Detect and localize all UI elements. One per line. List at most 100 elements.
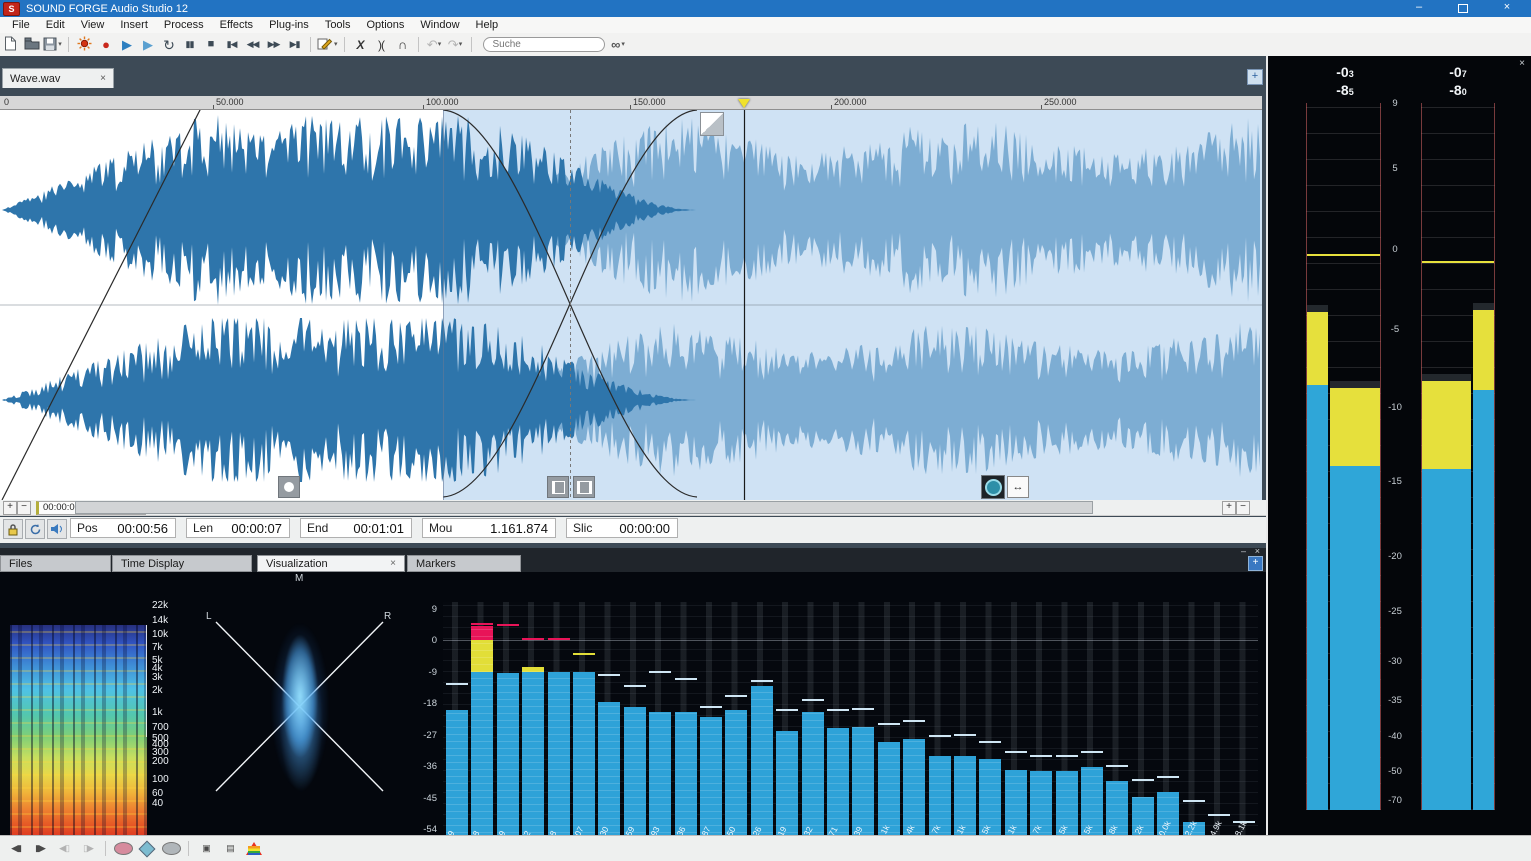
spectrum-ytick: -18 — [407, 698, 437, 709]
dock-tab-markers[interactable]: Markers — [407, 555, 521, 572]
spectrum-peak-dash — [776, 709, 798, 711]
document-tab[interactable]: Wave.wav × — [2, 68, 114, 88]
play-button[interactable]: ▶ — [138, 35, 157, 54]
menu-plugins[interactable]: Plug-ins — [261, 18, 317, 32]
timeline-ruler[interactable]: 050.000100.000150.000200.000250.000 — [0, 96, 1262, 110]
play-icon: ▶ — [143, 38, 152, 51]
toolbar-separator — [471, 37, 472, 52]
trim-tool-button[interactable]: ∩ — [393, 35, 412, 54]
envelope-handle-icon[interactable] — [700, 112, 724, 136]
zoom-selection-button[interactable]: ▣ — [196, 840, 216, 858]
status-field-len[interactable]: Len00:00:07 — [186, 518, 290, 538]
lock-button[interactable] — [3, 519, 23, 539]
event-envelope-tool-button[interactable] — [137, 840, 157, 858]
spectrum-peak-dash — [522, 638, 544, 640]
zoom-out-small-button[interactable]: − — [17, 501, 31, 515]
region-out-marker-button[interactable]: ▮▶ — [30, 840, 50, 858]
save-file-button[interactable]: ▾ — [43, 35, 62, 54]
dropdown-arrow-icon[interactable]: ▾ — [58, 41, 62, 48]
zoom-window-button[interactable]: ▤ — [220, 840, 240, 858]
stretch-handle-button[interactable]: ↔ — [1007, 476, 1029, 498]
audio-preview-button[interactable] — [47, 519, 67, 539]
document-tab-close-icon[interactable]: × — [100, 73, 106, 84]
dock-tab-visualization[interactable]: Visualization× — [257, 555, 405, 572]
dock-tab-close-icon[interactable]: × — [390, 558, 396, 569]
snap-button[interactable] — [25, 519, 45, 539]
event-erase-tool-button[interactable] — [113, 840, 133, 858]
dock-window-button[interactable]: + — [1248, 556, 1263, 571]
horizontal-scrollbar-thumb[interactable] — [75, 501, 1093, 514]
waveform-canvas[interactable] — [0, 110, 1262, 500]
dropdown-arrow-icon[interactable]: ▾ — [621, 41, 625, 48]
status-field-pos[interactable]: Pos00:00:56 — [70, 518, 176, 538]
selection-status-bar: Pos00:00:56 Len00:00:07 End00:01:01 Mou1.16… — [0, 517, 1266, 543]
zoom-out-button[interactable]: − — [1236, 501, 1250, 515]
open-file-button[interactable] — [22, 35, 41, 54]
status-field-mou[interactable]: Mou1.161.874 — [422, 518, 556, 538]
loop-out-marker-button[interactable]: ▯▶ — [78, 840, 98, 858]
fade-in-handle-button[interactable] — [573, 476, 595, 498]
fast-forward-button[interactable]: ▶▶ — [264, 35, 283, 54]
dock-tab-files[interactable]: Files — [0, 555, 111, 572]
menu-edit[interactable]: Edit — [38, 18, 73, 32]
status-field-end[interactable]: End00:01:01 — [300, 518, 412, 538]
spectrum-bar — [497, 602, 519, 847]
new-view-button[interactable]: + — [1247, 69, 1263, 85]
spectrum-bar — [827, 602, 849, 847]
record-options-icon — [77, 36, 92, 53]
undo-button[interactable]: ↶▾ — [425, 35, 444, 54]
pause-button[interactable]: ▮▮ — [180, 35, 199, 54]
meter-left-readout: -03-85 — [1300, 64, 1390, 100]
spectrum-bar — [929, 602, 951, 847]
close-button[interactable]: × — [1485, 0, 1529, 17]
meter-close-button[interactable]: × — [1519, 58, 1525, 69]
loop-playback-button[interactable]: ↻ — [159, 35, 178, 54]
rewind-button[interactable]: ◀◀ — [243, 35, 262, 54]
active-sustain-marker-button[interactable] — [981, 475, 1005, 499]
menu-window[interactable]: Window — [412, 18, 467, 32]
region-in-marker-button[interactable]: ◀▮ — [6, 840, 26, 858]
menu-file[interactable]: File — [4, 18, 38, 32]
cut-tool-button[interactable]: )( — [372, 35, 391, 54]
status-field-slic[interactable]: Slic00:00:00 — [566, 518, 678, 538]
menu-effects[interactable]: Effects — [212, 18, 261, 32]
open-file-icon — [24, 37, 40, 52]
event-envelope-tool-icon — [139, 840, 156, 857]
playhead-marker-icon[interactable] — [738, 99, 750, 108]
dock-tab-time-display[interactable]: Time Display — [112, 555, 252, 572]
zoom-in-button[interactable]: + — [1222, 501, 1236, 515]
event-mute-tool-button[interactable] — [161, 840, 181, 858]
dropdown-arrow-icon[interactable]: ▾ — [438, 41, 442, 48]
record-button[interactable]: ● — [96, 35, 115, 54]
go-to-end-button[interactable]: ▶▮ — [285, 35, 304, 54]
menu-tools[interactable]: Tools — [317, 18, 359, 32]
dropdown-arrow-icon[interactable]: ▾ — [334, 41, 338, 48]
menu-process[interactable]: Process — [156, 18, 212, 32]
fade-out-handle-button[interactable] — [547, 476, 569, 498]
go-to-start-button[interactable]: ▮◀ — [222, 35, 241, 54]
minimize-button[interactable]: – — [1397, 0, 1441, 17]
restore-button[interactable] — [1441, 0, 1485, 17]
edit-tool-button[interactable]: ▾ — [317, 35, 338, 54]
find-button[interactable]: ∞▾ — [609, 35, 628, 54]
status-field-label: Slic — [567, 521, 592, 535]
play-all-button[interactable]: ▶ — [117, 35, 136, 54]
new-file-button[interactable] — [1, 35, 20, 54]
crossfade-tool-button[interactable]: X — [351, 35, 370, 54]
redo-button[interactable]: ↷▾ — [446, 35, 465, 54]
stop-button[interactable]: ■ — [201, 35, 220, 54]
menu-insert[interactable]: Insert — [112, 18, 156, 32]
record-options-button[interactable] — [75, 35, 94, 54]
sustain-marker-button[interactable] — [278, 476, 300, 498]
menu-options[interactable]: Options — [359, 18, 413, 32]
spectrum-colors-button[interactable] — [244, 840, 264, 858]
menu-help[interactable]: Help — [468, 18, 507, 32]
menu-view[interactable]: View — [73, 18, 113, 32]
spectrum-peak-dash — [1208, 814, 1230, 816]
app-window: S SOUND FORGE Audio Studio 12 – × FileEd… — [0, 0, 1531, 861]
search-input[interactable] — [483, 37, 605, 52]
dropdown-arrow-icon[interactable]: ▾ — [459, 41, 463, 48]
waveform-editor[interactable]: ↔ — [0, 110, 1262, 500]
zoom-in-small-button[interactable]: + — [3, 501, 17, 515]
loop-in-marker-button[interactable]: ◀▯ — [54, 840, 74, 858]
